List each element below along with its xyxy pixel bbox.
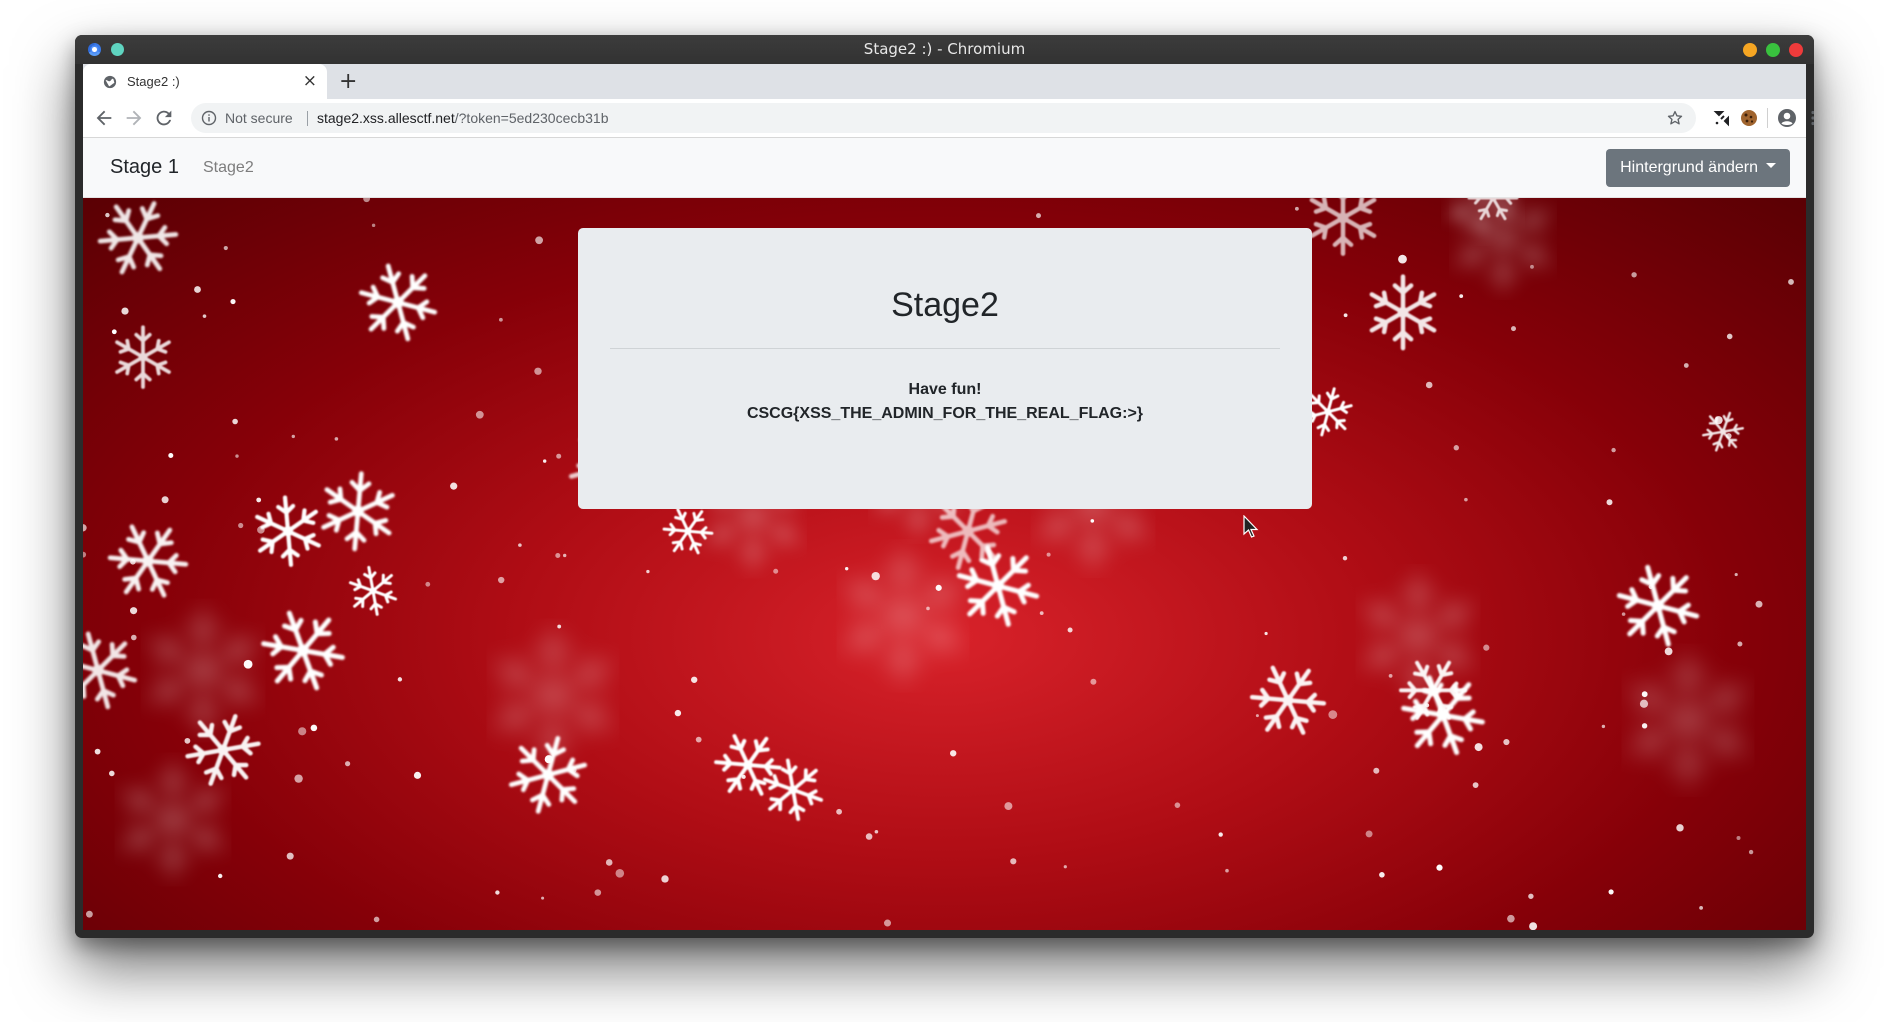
title-bar: Stage2 :) - Chromium <box>75 35 1814 64</box>
nav-link-stage2[interactable]: Stage2 <box>203 138 254 197</box>
window-title: Stage2 :) - Chromium <box>863 40 1026 58</box>
globe-icon <box>103 75 117 89</box>
minimize-button[interactable] <box>1743 43 1757 57</box>
browser-window: Stage2 :) - Chromium Stage2 :) × + Not s… <box>75 35 1814 938</box>
account-icon[interactable] <box>1777 108 1797 128</box>
forward-arrow-icon[interactable] <box>123 107 145 129</box>
address-bar[interactable]: Not secure stage2.xss.allesctf.net/?toke… <box>191 103 1696 133</box>
toolbar-separator <box>1767 108 1768 128</box>
new-tab-button[interactable]: + <box>339 64 357 99</box>
divider <box>610 348 1280 349</box>
star-icon[interactable] <box>1666 109 1684 127</box>
info-icon[interactable] <box>201 110 217 126</box>
menu-kebab-icon[interactable] <box>1803 108 1814 128</box>
jumbotron: Stage2 Have fun! CSCG{XSS_THE_ADMIN_FOR_… <box>578 228 1312 509</box>
background-dropdown-button[interactable]: Hintergrund ändern <box>1606 149 1790 187</box>
tab-close-button[interactable]: × <box>303 64 317 99</box>
url-host: stage2.xss.allesctf.net <box>317 110 455 126</box>
flag-text: CSCG{XSS_THE_ADMIN_FOR_THE_REAL_FLAG:>} <box>746 405 1144 422</box>
greeting-text: Have fun! <box>908 381 982 398</box>
browser-toolbar: Not secure stage2.xss.allesctf.net/?toke… <box>83 99 1814 138</box>
navbar-brand[interactable]: Stage 1 <box>110 138 179 197</box>
close-window-button[interactable] <box>1789 43 1803 57</box>
back-arrow-icon[interactable] <box>93 107 115 129</box>
page-content: Stage2 Have fun! CSCG{XSS_THE_ADMIN_FOR_… <box>83 198 1806 930</box>
maximize-button[interactable] <box>1766 43 1780 57</box>
security-label[interactable]: Not secure <box>225 103 293 133</box>
browser-chrome: Stage2 :) × + Not secure stage2.xss.alle… <box>83 64 1814 198</box>
tab-strip: Stage2 :) × + <box>83 64 1806 99</box>
site-navbar: Stage 1 Stage2 Hintergrund ändern <box>83 138 1806 198</box>
reload-icon[interactable] <box>153 107 175 129</box>
dropdown-label: Hintergrund ändern <box>1620 159 1758 176</box>
omnibox-separator <box>307 111 308 126</box>
page-heading: Stage2 <box>891 286 999 324</box>
tab-stage2[interactable]: Stage2 :) × <box>83 64 327 99</box>
url-path: /?token=5ed230cecb31b <box>454 110 609 126</box>
mouse-cursor-icon <box>1243 515 1259 538</box>
cookie-icon[interactable] <box>1739 108 1759 128</box>
url-text[interactable]: stage2.xss.allesctf.net/?token=5ed230cec… <box>317 103 609 133</box>
tab-title: Stage2 :) <box>127 74 180 89</box>
extension-icon[interactable] <box>1712 108 1732 128</box>
caret-down-icon <box>1766 163 1776 169</box>
